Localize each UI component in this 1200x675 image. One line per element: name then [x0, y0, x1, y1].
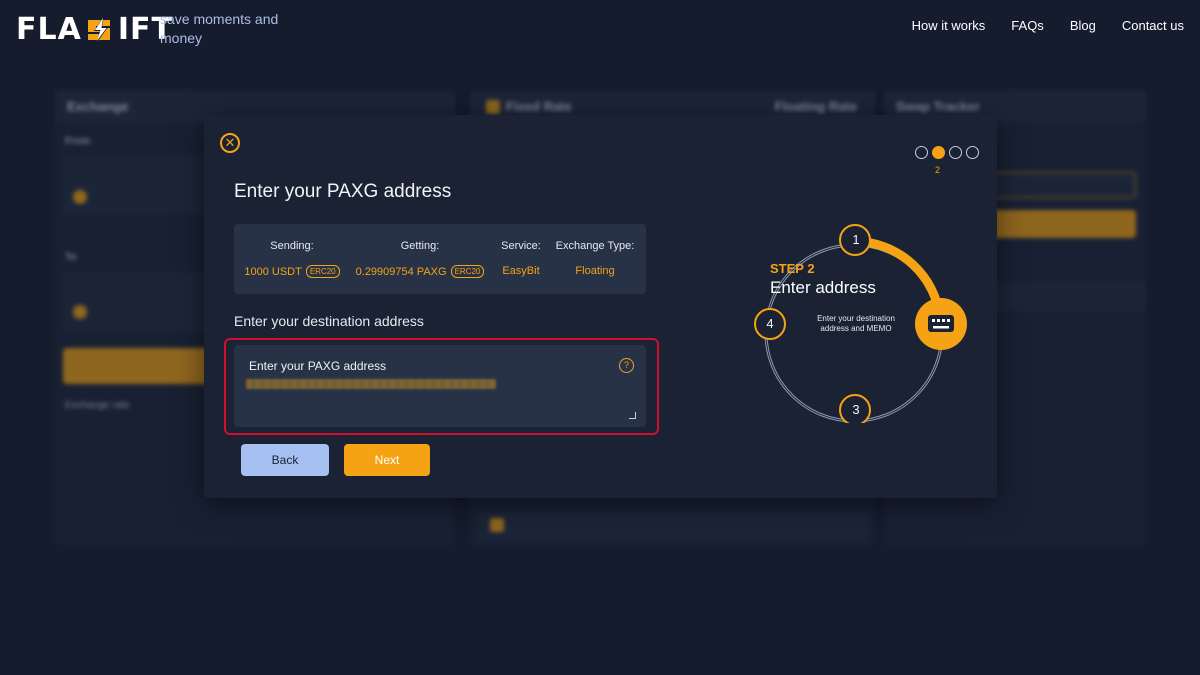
exchange-type-column: Exchange Type: Floating [552, 224, 638, 277]
modal-title: Enter your PAXG address [234, 181, 452, 202]
nav-contact-us[interactable]: Contact us [1122, 18, 1184, 33]
getting-network-chip: ERC20 [450, 265, 485, 278]
progress-dot-4 [966, 146, 979, 159]
progress-dots [915, 146, 979, 159]
step-4-number: 4 [766, 316, 774, 331]
step-title: Enter address [770, 278, 876, 297]
exchange-rate-label: Exchange rate [65, 400, 130, 411]
keyboard-icon [928, 315, 954, 332]
service-value: EasyBit [502, 265, 540, 277]
swap-tracker-title: Swap Tracker [896, 99, 980, 114]
logo-text-left: FLA [16, 12, 82, 47]
sending-network-chip: ERC20 [305, 265, 340, 278]
flashift-logo[interactable]: FLA IFT [16, 12, 173, 47]
progress-current: 2 [935, 165, 941, 175]
nav-how-it-works[interactable]: How it works [912, 18, 986, 33]
progress-dot-3 [949, 146, 962, 159]
nav-blog[interactable]: Blog [1070, 18, 1096, 33]
exchange-type-value: Floating [575, 265, 615, 277]
fixed-rate-label: Fixed Rate [506, 99, 572, 114]
exchange-type-label: Exchange Type: [555, 240, 635, 252]
service-column: Service: EasyBit [496, 224, 546, 277]
step-1-number: 1 [852, 232, 860, 247]
from-label: From [65, 136, 90, 147]
getting-label: Getting: [400, 240, 440, 252]
address-highlight-frame [224, 338, 659, 435]
step-3-number: 3 [852, 402, 860, 417]
site-header: FLA IFT save moments and money How it wo… [0, 0, 1200, 60]
close-icon[interactable]: ✕ [220, 133, 240, 153]
exchange-summary: Sending: 1000 USDT ERC20 Getting: 0.2990… [234, 224, 646, 294]
getting-value: 0.29909754 PAXG [355, 265, 447, 278]
lightning-s-icon [87, 15, 110, 44]
exchange-panel-title: Exchange [67, 99, 129, 114]
destination-label: Enter your destination address [234, 313, 424, 329]
step-description: Enter your destination address and MEMO [817, 314, 895, 333]
main-nav: How it works FAQs Blog Contact us [912, 18, 1184, 33]
back-button[interactable]: Back [241, 444, 329, 476]
tagline: save moments and money [160, 11, 279, 46]
step-kicker: STEP 2 [770, 261, 815, 276]
next-button[interactable]: Next [344, 444, 430, 476]
sending-column: Sending: 1000 USDT ERC20 [244, 224, 340, 278]
to-label: To [65, 252, 77, 263]
getting-column: Getting: 0.29909754 PAXG ERC20 [352, 224, 488, 278]
address-modal: ✕ 2 Enter your PAXG address Sending: 100… [204, 115, 997, 498]
floating-rate-label: Floating Rate [774, 99, 857, 114]
progress-dot-1 [915, 146, 928, 159]
nav-faqs[interactable]: FAQs [1011, 18, 1044, 33]
service-label: Service: [501, 240, 541, 252]
progress-dot-2 [932, 146, 945, 159]
sending-label: Sending: [270, 240, 314, 252]
sending-value: 1000 USDT [244, 265, 302, 278]
